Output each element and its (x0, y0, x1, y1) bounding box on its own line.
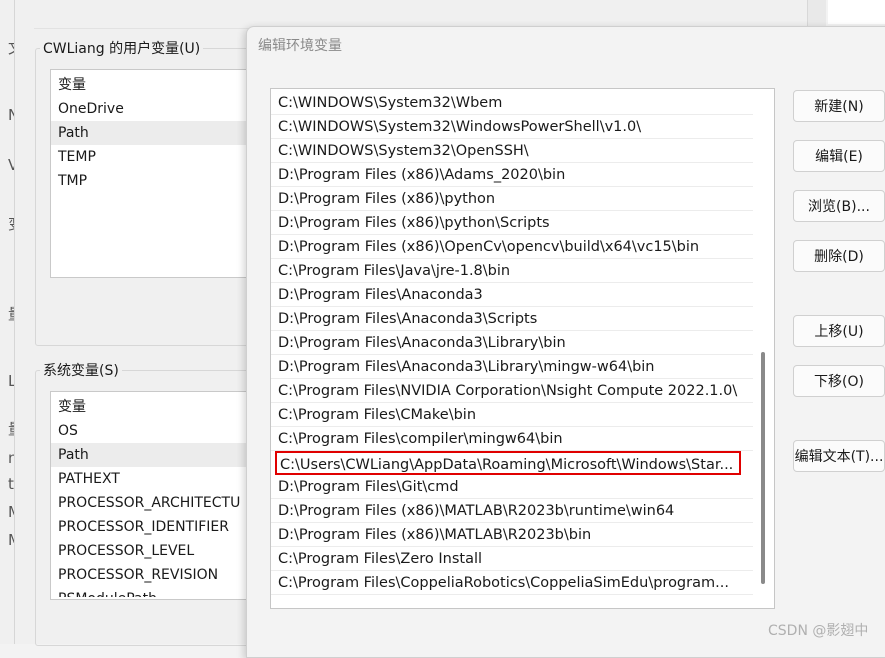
path-list-item[interactable]: C:\Program Files\Java\jre-1.8\bin (271, 259, 753, 283)
path-list-item[interactable]: C:\Program Files\NVIDIA Corporation\Nsig… (271, 379, 753, 403)
path-list-item[interactable]: D:\Program Files (x86)\MATLAB\R2023b\run… (271, 499, 753, 523)
dialog-title: 编辑环境变量 (258, 38, 342, 54)
list-item[interactable]: PROCESSOR_ARCHITECTU (51, 491, 266, 515)
path-list-scrollbar[interactable] (761, 352, 765, 584)
list-item[interactable]: OneDrive (51, 97, 266, 121)
background-panel (828, 0, 885, 24)
edge-glyph: t (8, 475, 14, 493)
user-variables-list[interactable]: 变量 OneDrive Path TEMP TMP (50, 69, 267, 278)
list-item-selected[interactable]: Path (51, 121, 266, 145)
system-variables-list[interactable]: 变量 OS Path PATHEXT PROCESSOR_ARCHITECTU … (50, 391, 267, 600)
path-list-item[interactable]: D:\Program Files (x86)\Adams_2020\bin (271, 163, 753, 187)
edit-text-button[interactable]: 编辑文本(T)... (793, 440, 885, 472)
path-list-item[interactable]: C:\WINDOWS\System32\Wbem (271, 91, 753, 115)
delete-button[interactable]: 删除(D) (793, 240, 885, 272)
path-list-item[interactable]: D:\Program Files\Anaconda3\Library\mingw… (271, 355, 753, 379)
browse-button[interactable]: 浏览(B)... (793, 190, 885, 222)
list-header[interactable]: 变量 (51, 395, 266, 419)
path-list-item[interactable]: D:\Program Files\Git\cmd (271, 475, 753, 499)
dialog-top-divider (34, 0, 804, 29)
list-item[interactable]: PROCESSOR_IDENTIFIER (51, 515, 266, 539)
edit-button[interactable]: 编辑(E) (793, 140, 885, 172)
path-list-item[interactable]: D:\Program Files\Anaconda3 (271, 283, 753, 307)
path-list-item[interactable]: D:\Program Files (x86)\MATLAB\R2023b\bin (271, 523, 753, 547)
list-header[interactable]: 变量 (51, 73, 266, 97)
path-list-item[interactable]: C:\WINDOWS\System32\OpenSSH\ (271, 139, 753, 163)
list-item-selected[interactable]: Path (51, 443, 266, 467)
list-item[interactable]: TEMP (51, 145, 266, 169)
list-item[interactable]: PROCESSOR_LEVEL (51, 539, 266, 563)
list-item[interactable]: OS (51, 419, 266, 443)
path-list-item[interactable]: C:\Program Files\CMake\bin (271, 403, 753, 427)
new-button[interactable]: 新建(N) (793, 90, 885, 122)
path-list-item[interactable]: C:\Program Files\Zero Install (271, 547, 753, 571)
path-list-item[interactable]: C:\Program Files\CoppeliaRobotics\Coppel… (271, 571, 753, 595)
list-item[interactable]: PATHEXT (51, 467, 266, 491)
path-list-item[interactable]: D:\Program Files\Anaconda3\Library\bin (271, 331, 753, 355)
path-list-item-highlighted[interactable]: C:\Users\CWLiang\AppData\Roaming\Microso… (275, 451, 741, 475)
system-variables-title: 系统变量(S) (40, 360, 122, 380)
path-list-item[interactable]: D:\Program Files (x86)\OpenCv\opencv\bui… (271, 235, 753, 259)
list-item-partial[interactable]: PSModulePath (51, 587, 266, 597)
watermark: CSDN @影翅中 (768, 623, 869, 639)
move-up-button[interactable]: 上移(U) (793, 315, 885, 347)
move-down-button[interactable]: 下移(O) (793, 365, 885, 397)
list-item[interactable]: TMP (51, 169, 266, 193)
path-list-item[interactable]: D:\Program Files\Anaconda3\Scripts (271, 307, 753, 331)
path-list[interactable]: C:\WINDOWS\System32\Wbem C:\WINDOWS\Syst… (270, 88, 775, 609)
path-list-item[interactable]: C:\WINDOWS\System32\WindowsPowerShell\v1… (271, 115, 753, 139)
path-list-item[interactable]: C:\Program Files\compiler\mingw64\bin (271, 427, 753, 451)
path-list-item[interactable]: D:\Program Files (x86)\python\Scripts (271, 211, 753, 235)
user-variables-title: CWLiang 的用户变量(U) (40, 38, 204, 58)
path-list-item[interactable]: D:\Program Files (x86)\python (271, 187, 753, 211)
list-item[interactable]: PROCESSOR_REVISION (51, 563, 266, 587)
